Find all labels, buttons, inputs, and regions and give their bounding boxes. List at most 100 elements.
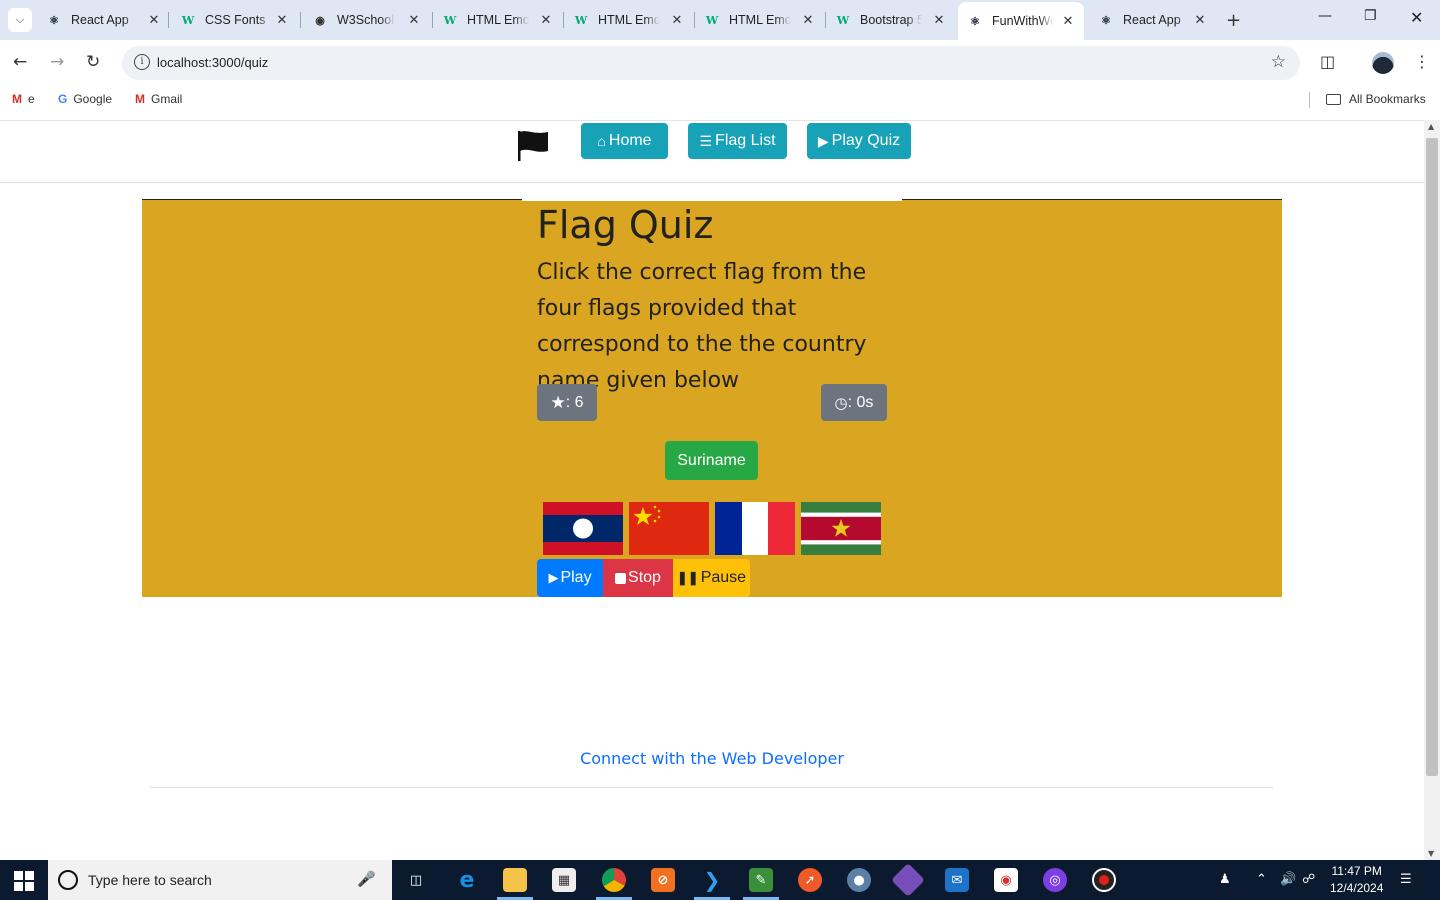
file-explorer-icon[interactable] bbox=[503, 868, 527, 892]
close-icon[interactable]: ✕ bbox=[1060, 13, 1076, 29]
country-name-button[interactable]: Suriname bbox=[665, 441, 758, 480]
reload-icon[interactable]: ↻ bbox=[86, 52, 100, 72]
vscode-icon[interactable]: ❯ bbox=[700, 868, 724, 892]
tab-react-app-2[interactable]: ⚛ React App ✕ bbox=[1098, 6, 1208, 34]
edge-icon[interactable]: e bbox=[455, 868, 479, 893]
tray-chevron-up-icon[interactable]: ⌃ bbox=[1256, 872, 1267, 887]
tab-divider bbox=[168, 12, 169, 28]
all-bookmarks[interactable]: All Bookmarks bbox=[1326, 92, 1426, 106]
address-bar[interactable]: i localhost:3000/quiz ☆ bbox=[122, 46, 1300, 80]
tab-bootstrap[interactable]: W Bootstrap 5 ✕ bbox=[835, 6, 947, 34]
new-tab-plus-icon[interactable]: + bbox=[1226, 10, 1241, 31]
task-view-icon[interactable]: ◫ bbox=[404, 868, 428, 892]
minimize-icon[interactable]: — bbox=[1318, 8, 1332, 24]
react-icon: ⚛ bbox=[1101, 14, 1111, 27]
tor-icon[interactable]: ◎ bbox=[1043, 868, 1067, 892]
w3schools-icon: W bbox=[705, 13, 719, 27]
taskbar-search-box[interactable]: Type here to search 🎤 bbox=[48, 860, 392, 900]
tab-react-app-1[interactable]: ⚛ React App ✕ bbox=[46, 6, 162, 34]
bookmark-star-icon[interactable]: ☆ bbox=[1271, 52, 1286, 72]
menu-kebab-icon[interactable]: ⋮ bbox=[1414, 52, 1430, 71]
store-icon[interactable]: ▦ bbox=[552, 868, 576, 892]
scrollbar-thumb[interactable] bbox=[1426, 138, 1438, 776]
page-viewport: ⌂ Home ☰ Flag List ▶ Play Quiz Flag Quiz… bbox=[0, 120, 1424, 860]
tab-html-emoji-1[interactable]: W HTML Emoji ✕ bbox=[442, 6, 554, 34]
bookmarks-bar: M e G Google M Gmail All Bookmarks bbox=[0, 86, 1440, 114]
flag-option-laos[interactable] bbox=[543, 502, 623, 555]
close-icon[interactable]: ✕ bbox=[800, 12, 816, 28]
nav-home-button[interactable]: ⌂ Home bbox=[581, 123, 668, 159]
flag-option-china[interactable] bbox=[629, 502, 709, 555]
close-icon[interactable]: ✕ bbox=[1192, 12, 1208, 28]
restore-icon[interactable]: ❐ bbox=[1364, 8, 1377, 24]
star-icon: ★ bbox=[550, 392, 566, 412]
sourcetree-icon[interactable] bbox=[891, 863, 925, 897]
postman-icon[interactable]: ➚ bbox=[798, 868, 822, 892]
tab-divider bbox=[694, 12, 695, 28]
search-placeholder[interactable]: Type here to search bbox=[88, 872, 212, 888]
screen-recorder-icon[interactable] bbox=[1092, 868, 1116, 892]
tab-divider bbox=[825, 12, 826, 28]
pgadmin-icon[interactable]: ● bbox=[847, 868, 871, 892]
scroll-down-icon[interactable]: ▼ bbox=[1428, 849, 1434, 858]
page-scrollbar[interactable]: ▲ ▼ bbox=[1424, 120, 1440, 860]
back-arrow-icon[interactable]: ← bbox=[13, 52, 27, 72]
home-icon: ⌂ bbox=[597, 133, 606, 149]
flag-logo-icon[interactable] bbox=[515, 127, 551, 163]
site-info-icon[interactable]: i bbox=[134, 54, 150, 70]
people-icon[interactable]: ♟ bbox=[1219, 872, 1231, 887]
close-icon[interactable]: ✕ bbox=[669, 12, 685, 28]
xampp-icon[interactable]: ⊘ bbox=[651, 868, 675, 892]
bookmark-e[interactable]: M e bbox=[12, 92, 35, 106]
globe-icon: ◉ bbox=[315, 14, 325, 27]
volume-icon[interactable]: 🔊 bbox=[1280, 872, 1296, 887]
scroll-up-icon[interactable]: ▲ bbox=[1428, 122, 1434, 131]
react-icon: ⚛ bbox=[49, 14, 59, 27]
mail-icon[interactable]: ✉ bbox=[945, 868, 969, 892]
nav-play-quiz-button[interactable]: ▶ Play Quiz bbox=[807, 123, 911, 159]
close-icon[interactable]: ✕ bbox=[406, 12, 422, 28]
flag-option-france[interactable] bbox=[715, 502, 795, 555]
tab-search-chevron-icon[interactable]: ⌵ bbox=[8, 8, 32, 32]
cortana-icon bbox=[58, 870, 78, 890]
tab-divider bbox=[563, 12, 564, 28]
quiz-card-top bbox=[522, 199, 902, 201]
tab-funwithworld[interactable]: ⚛ FunWithWorld ✕ bbox=[958, 2, 1084, 40]
tab-html-emoji-2[interactable]: W HTML Emoji ✕ bbox=[573, 6, 685, 34]
chrome-icon[interactable] bbox=[602, 868, 626, 892]
system-clock[interactable]: 11:47 PM 12/4/2024 bbox=[1330, 863, 1383, 897]
notifications-icon[interactable]: ☰ bbox=[1400, 872, 1412, 887]
bookmark-gmail[interactable]: M Gmail bbox=[135, 92, 182, 106]
react-icon: ⚛ bbox=[970, 15, 980, 28]
tab-divider bbox=[300, 12, 301, 28]
flag-option-suriname[interactable] bbox=[801, 502, 881, 555]
bookmark-google[interactable]: G Google bbox=[58, 92, 112, 106]
tab-divider bbox=[432, 12, 433, 28]
play-button[interactable]: ▶ Play bbox=[537, 559, 603, 597]
pdf-icon[interactable]: ◉ bbox=[994, 868, 1018, 892]
close-icon[interactable]: ✕ bbox=[538, 12, 554, 28]
close-icon[interactable]: ✕ bbox=[274, 12, 290, 28]
notepad-plus-icon[interactable]: ✎ bbox=[749, 868, 773, 892]
nav-flag-list-button[interactable]: ☰ Flag List bbox=[688, 123, 787, 159]
close-icon[interactable]: ✕ bbox=[931, 12, 947, 28]
forward-arrow-icon[interactable]: → bbox=[50, 52, 64, 72]
w3schools-icon: W bbox=[836, 13, 850, 27]
windows-start-icon[interactable] bbox=[14, 871, 34, 891]
profile-avatar[interactable] bbox=[1372, 52, 1394, 74]
connect-developer-link[interactable]: Connect with the Web Developer bbox=[0, 749, 1424, 768]
microphone-icon[interactable]: 🎤 bbox=[357, 870, 376, 888]
tab-css-fonts[interactable]: W CSS Fonts ✕ bbox=[180, 6, 290, 34]
google-icon: G bbox=[58, 92, 68, 106]
tab-html-emoji-3[interactable]: W HTML Emoji ✕ bbox=[704, 6, 816, 34]
url-text[interactable]: localhost:3000/quiz bbox=[157, 55, 268, 70]
network-icon[interactable]: ☍ bbox=[1302, 872, 1315, 887]
play-icon: ▶ bbox=[817, 132, 829, 149]
gmail-icon: M bbox=[12, 92, 22, 106]
extensions-puzzle-icon[interactable]: ◫ bbox=[1320, 52, 1335, 71]
window-close-icon[interactable]: ✕ bbox=[1410, 8, 1423, 27]
tab-w3schools[interactable]: ◉ W3Schools ✕ bbox=[312, 6, 422, 34]
close-icon[interactable]: ✕ bbox=[146, 12, 162, 28]
pause-button[interactable]: ❚❚ Pause bbox=[673, 559, 750, 597]
stop-button[interactable]: Stop bbox=[603, 559, 673, 597]
